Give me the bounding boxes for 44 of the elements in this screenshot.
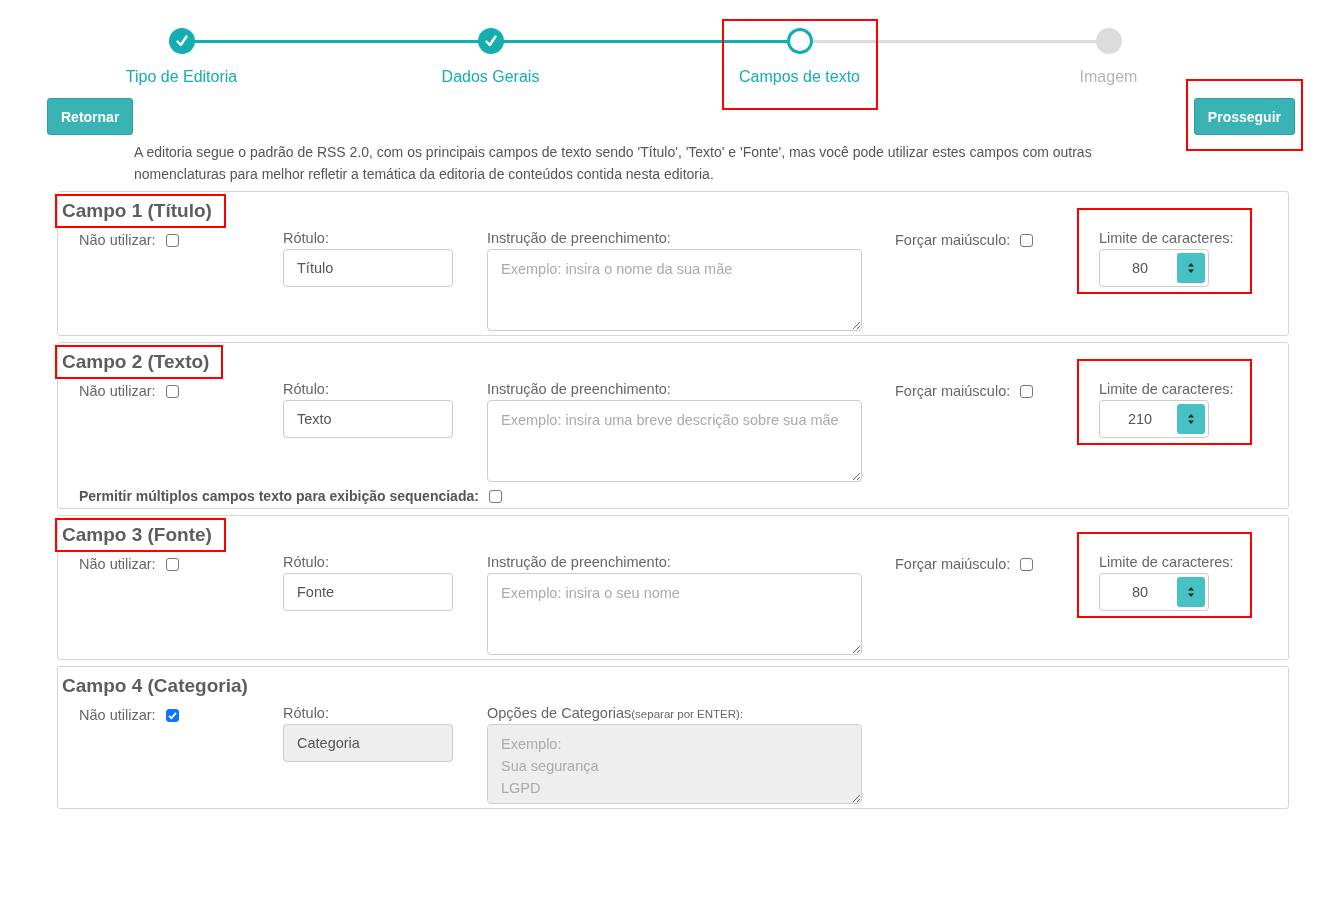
spinner-icon[interactable] [1177, 253, 1205, 283]
number-input[interactable]: 80 [1099, 249, 1209, 287]
field-label: Forçar maiúsculo: [895, 232, 1011, 248]
field-label: Rótulo: [283, 705, 329, 721]
field-label: Não utilizar: [79, 383, 156, 399]
field-label: Não utilizar: [79, 232, 156, 248]
field-label: Instrução de preenchimento: [487, 554, 671, 570]
instruction-textarea[interactable]: Exemplo: insira o seu nome [487, 573, 862, 655]
field-label: Não utilizar: [79, 556, 156, 572]
checkbox[interactable] [165, 384, 179, 398]
field-label: Permitir múltiplos campos texto para exibição sequenciada: [79, 488, 479, 504]
spinner-icon[interactable] [1177, 404, 1205, 434]
field-label: Forçar maiúsculo: [895, 556, 1011, 572]
field-label: Instrução de preenchimento: [487, 381, 671, 397]
field-label: Limite de caracteres: [1099, 230, 1234, 246]
checkbox[interactable] [165, 557, 179, 571]
field-label: Rótulo: [283, 381, 329, 397]
card-title: Campo 2 (Texto) [62, 351, 210, 372]
checkbox[interactable] [1020, 384, 1034, 398]
number-input[interactable]: 210 [1099, 400, 1209, 438]
field-label: Instrução de preenchimento: [487, 230, 671, 246]
field-label: Limite de caracteres: [1099, 381, 1234, 397]
checkbox[interactable] [165, 708, 179, 722]
field-label: Limite de caracteres: [1099, 554, 1234, 570]
card-title: Campo 4 (Categoria) [62, 675, 248, 696]
label-input[interactable]: Título [283, 249, 453, 287]
field-label: Não utilizar: [79, 707, 156, 723]
checkbox[interactable] [165, 233, 179, 247]
checkbox[interactable] [1020, 557, 1034, 571]
field-label: Rótulo: [283, 230, 329, 246]
checkbox[interactable] [488, 489, 502, 503]
field-label: Rótulo: [283, 554, 329, 570]
instruction-textarea[interactable]: Exemplo: insira uma breve descrição sobre sua mãe [487, 400, 862, 482]
checkbox[interactable] [1020, 233, 1034, 247]
intro-text: A editoria segue o padrão de RSS 2.0, com os principais campos de texto sendo 'Título', 'Texto' e 'Fonte', mas você pode utilizar estes campos com outras nomenclaturas para melhor refletir a temática da editoria de conteúdos contida nesta editoria. [134, 143, 1093, 184]
field-label: Opções de Categorias(separar por ENTER): [487, 705, 744, 721]
number-input[interactable]: 80 [1099, 573, 1209, 611]
field-label: Forçar maiúsculo: [895, 383, 1011, 399]
spinner-icon[interactable] [1177, 577, 1205, 607]
card-title: Campo 1 (Título) [62, 200, 212, 221]
label-input[interactable]: Texto [283, 400, 453, 438]
card-title: Campo 3 (Fonte) [62, 524, 212, 545]
instruction-textarea[interactable]: Exemplo: insira o nome da sua mãe [487, 249, 862, 331]
label-input[interactable]: Fonte [283, 573, 453, 611]
